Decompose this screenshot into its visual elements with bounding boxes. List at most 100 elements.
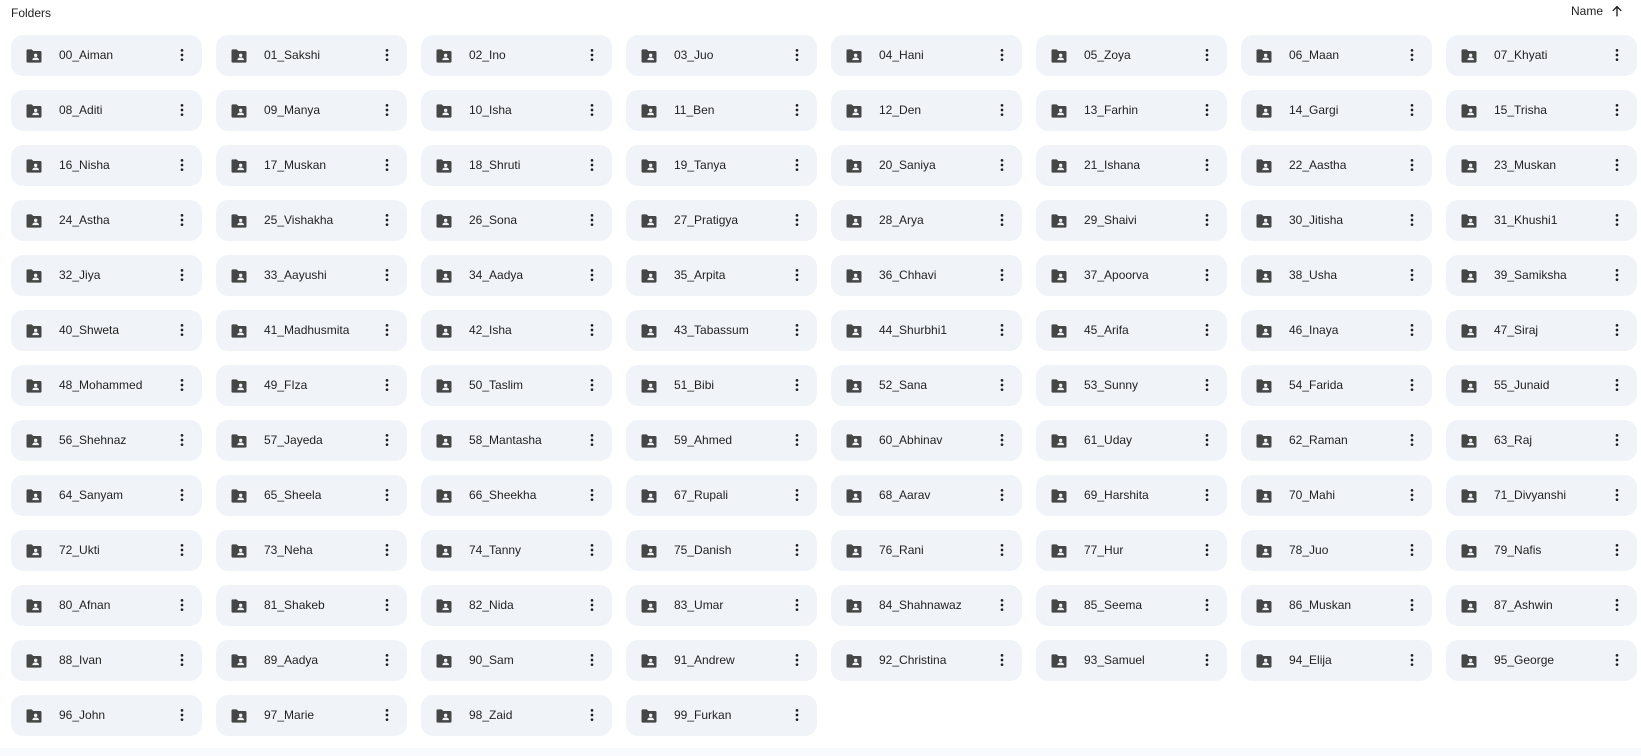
more-actions-button[interactable] [1400, 98, 1424, 122]
more-actions-button[interactable] [1400, 373, 1424, 397]
folder-card[interactable]: 64_Sanyam [11, 475, 202, 516]
more-actions-button[interactable] [990, 593, 1014, 617]
folder-card[interactable]: 39_Samiksha [1446, 255, 1637, 296]
more-actions-button[interactable] [990, 153, 1014, 177]
more-actions-button[interactable] [990, 263, 1014, 287]
more-actions-button[interactable] [1195, 318, 1219, 342]
folder-card[interactable]: 70_Mahi [1241, 475, 1432, 516]
folder-card[interactable]: 68_Aarav [831, 475, 1022, 516]
more-actions-button[interactable] [785, 153, 809, 177]
more-actions-button[interactable] [580, 648, 604, 672]
more-actions-button[interactable] [375, 483, 399, 507]
more-actions-button[interactable] [375, 428, 399, 452]
folder-card[interactable]: 30_Jitisha [1241, 200, 1432, 241]
folder-card[interactable]: 91_Andrew [626, 640, 817, 681]
more-actions-button[interactable] [1195, 593, 1219, 617]
more-actions-button[interactable] [785, 538, 809, 562]
more-actions-button[interactable] [990, 648, 1014, 672]
folder-card[interactable]: 58_Mantasha [421, 420, 612, 461]
folder-card[interactable]: 54_Farida [1241, 365, 1432, 406]
more-actions-button[interactable] [580, 538, 604, 562]
folder-card[interactable]: 67_Rupali [626, 475, 817, 516]
folder-card[interactable]: 60_Abhinav [831, 420, 1022, 461]
folder-card[interactable]: 63_Raj [1446, 420, 1637, 461]
folder-card[interactable]: 18_Shruti [421, 145, 612, 186]
folder-card[interactable]: 03_Juo [626, 35, 817, 76]
folder-card[interactable]: 29_Shaivi [1036, 200, 1227, 241]
folder-card[interactable]: 73_Neha [216, 530, 407, 571]
folder-card[interactable]: 13_Farhin [1036, 90, 1227, 131]
more-actions-button[interactable] [375, 208, 399, 232]
more-actions-button[interactable] [375, 703, 399, 727]
folder-card[interactable]: 05_Zoya [1036, 35, 1227, 76]
folder-card[interactable]: 88_Ivan [11, 640, 202, 681]
folder-card[interactable]: 44_Shurbhi1 [831, 310, 1022, 351]
folder-card[interactable]: 46_Inaya [1241, 310, 1432, 351]
more-actions-button[interactable] [1605, 428, 1629, 452]
folder-card[interactable]: 86_Muskan [1241, 585, 1432, 626]
more-actions-button[interactable] [785, 263, 809, 287]
folder-card[interactable]: 26_Sona [421, 200, 612, 241]
folder-card[interactable]: 45_Arifa [1036, 310, 1227, 351]
folder-card[interactable]: 28_Arya [831, 200, 1022, 241]
more-actions-button[interactable] [1605, 538, 1629, 562]
more-actions-button[interactable] [1195, 208, 1219, 232]
folder-card[interactable]: 97_Marie [216, 695, 407, 736]
more-actions-button[interactable] [785, 593, 809, 617]
more-actions-button[interactable] [170, 98, 194, 122]
more-actions-button[interactable] [580, 703, 604, 727]
more-actions-button[interactable] [170, 263, 194, 287]
folder-card[interactable]: 92_Christina [831, 640, 1022, 681]
more-actions-button[interactable] [1400, 483, 1424, 507]
folder-card[interactable]: 87_Ashwin [1446, 585, 1637, 626]
more-actions-button[interactable] [375, 98, 399, 122]
more-actions-button[interactable] [580, 153, 604, 177]
more-actions-button[interactable] [785, 648, 809, 672]
more-actions-button[interactable] [1605, 263, 1629, 287]
more-actions-button[interactable] [990, 483, 1014, 507]
more-actions-button[interactable] [1400, 428, 1424, 452]
folder-card[interactable]: 02_Ino [421, 35, 612, 76]
more-actions-button[interactable] [580, 98, 604, 122]
more-actions-button[interactable] [1400, 538, 1424, 562]
folder-card[interactable]: 32_Jiya [11, 255, 202, 296]
folder-card[interactable]: 69_Harshita [1036, 475, 1227, 516]
folder-card[interactable]: 34_Aadya [421, 255, 612, 296]
folder-card[interactable]: 11_Ben [626, 90, 817, 131]
folder-card[interactable]: 52_Sana [831, 365, 1022, 406]
folder-card[interactable]: 27_Pratigya [626, 200, 817, 241]
more-actions-button[interactable] [170, 208, 194, 232]
more-actions-button[interactable] [990, 538, 1014, 562]
folder-card[interactable]: 36_Chhavi [831, 255, 1022, 296]
more-actions-button[interactable] [1605, 318, 1629, 342]
folder-card[interactable]: 37_Apoorva [1036, 255, 1227, 296]
folder-card[interactable]: 01_Sakshi [216, 35, 407, 76]
more-actions-button[interactable] [170, 43, 194, 67]
more-actions-button[interactable] [375, 538, 399, 562]
folder-card[interactable]: 17_Muskan [216, 145, 407, 186]
more-actions-button[interactable] [1605, 43, 1629, 67]
folder-card[interactable]: 16_Nisha [11, 145, 202, 186]
more-actions-button[interactable] [785, 318, 809, 342]
folder-card[interactable]: 10_Isha [421, 90, 612, 131]
more-actions-button[interactable] [580, 428, 604, 452]
more-actions-button[interactable] [1400, 153, 1424, 177]
folder-card[interactable]: 19_Tanya [626, 145, 817, 186]
more-actions-button[interactable] [990, 98, 1014, 122]
folder-card[interactable]: 93_Samuel [1036, 640, 1227, 681]
more-actions-button[interactable] [375, 373, 399, 397]
more-actions-button[interactable] [1195, 43, 1219, 67]
more-actions-button[interactable] [170, 703, 194, 727]
folder-card[interactable]: 21_Ishana [1036, 145, 1227, 186]
folder-card[interactable]: 78_Juo [1241, 530, 1432, 571]
folder-card[interactable]: 96_John [11, 695, 202, 736]
folder-card[interactable]: 50_Taslim [421, 365, 612, 406]
more-actions-button[interactable] [1605, 593, 1629, 617]
folder-card[interactable]: 41_Madhusmita [216, 310, 407, 351]
folder-card[interactable]: 43_Tabassum [626, 310, 817, 351]
folder-card[interactable]: 15_Trisha [1446, 90, 1637, 131]
more-actions-button[interactable] [170, 593, 194, 617]
folder-card[interactable]: 09_Manya [216, 90, 407, 131]
more-actions-button[interactable] [1195, 373, 1219, 397]
folder-card[interactable]: 66_Sheekha [421, 475, 612, 516]
